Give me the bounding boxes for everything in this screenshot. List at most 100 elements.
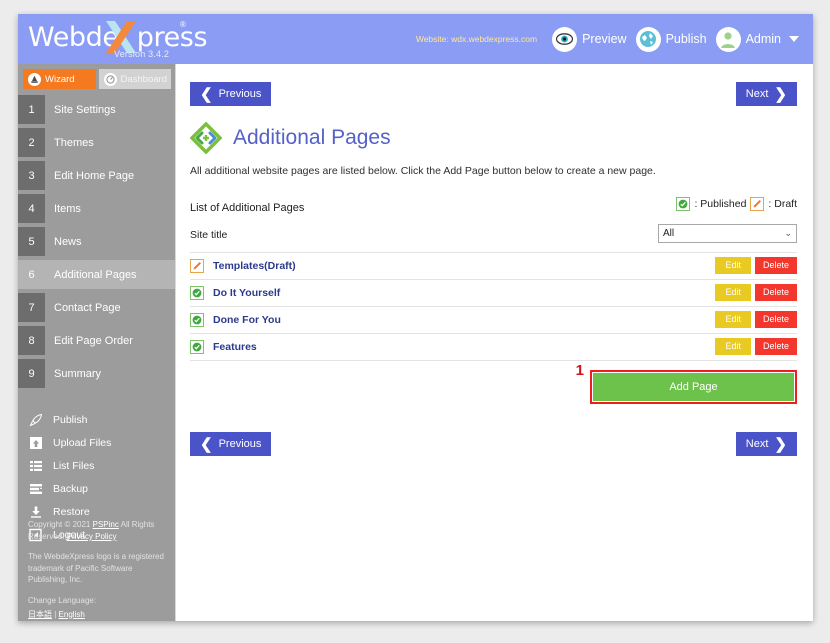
next-button-bottom[interactable]: Next ❯ [735,432,797,456]
preview-label: Preview [582,32,627,46]
next-label: Next [745,88,769,100]
page-title: Additional Pages [233,126,391,149]
tool-label: Upload Files [53,436,112,449]
table-row[interactable]: Do It Yourself Edit Delete [190,280,797,307]
app-window: WebdeXpress ® Version 3.4.2 Website: wdx… [18,14,813,621]
edit-button[interactable]: Edit [715,338,751,355]
delete-button[interactable]: Delete [754,338,797,355]
add-page-row: 1 Add Page [190,362,797,404]
table-row[interactable]: Done For You Edit Delete [190,307,797,334]
tool-backup[interactable]: Backup [18,477,175,500]
list-title: List of Additional Pages [190,202,305,214]
publish-label: Publish [665,32,707,46]
sidebar-item-label: Summary [54,367,102,380]
tool-label: List Files [53,459,95,472]
app-header: WebdeXpress ® Version 3.4.2 Website: wdx… [18,14,813,64]
sidebar-item-summary[interactable]: 9 Summary [18,359,175,388]
sidebar-item-label: News [54,235,82,248]
table-row[interactable]: Features Edit Delete [190,334,797,361]
tab-dashboard[interactable]: Dashboard [98,69,171,89]
registered-mark: ® [180,20,186,29]
row-actions: Edit Delete [715,257,797,274]
webdexpress-logo[interactable]: WebdeXpress ® Version 3.4.2 [28,18,208,64]
wizard-hat-icon [28,72,41,86]
sidebar-item-additional-pages[interactable]: 6 Additional Pages [18,260,175,289]
additional-pages-list: Templates(Draft) Edit Delete Do It Yours… [190,252,797,361]
site-url-label: Website: wdx.webdexpress.com [415,34,538,44]
chevron-right-icon: ❯ [774,435,787,453]
eye-icon [552,26,578,52]
page-name: Features [213,341,257,353]
sidebar-item-edit-page-order[interactable]: 8 Edit Page Order [18,326,175,355]
published-icon [190,286,204,300]
language-links: 日本語 | English [28,609,168,621]
lang-japanese-link[interactable]: 日本語 [28,610,52,619]
table-row[interactable]: Templates(Draft) Edit Delete [190,253,797,280]
step-number: 6 [18,260,45,289]
next-label: Next [745,438,769,450]
admin-label: Admin [745,32,781,46]
tool-publish[interactable]: Publish [18,408,175,431]
page-name: Done For You [213,314,281,326]
tab-wizard[interactable]: Wizard [23,69,96,89]
draft-legend-label: : Draft [768,198,797,210]
copyright-text: Copyright © 2021 PSPinc All Rights Reser… [28,519,168,542]
sidebar-item-site-settings[interactable]: 1 Site Settings [18,95,175,124]
page-name: Do It Yourself [213,287,281,299]
step-number: 8 [18,326,45,355]
publish-button[interactable]: Publish [635,26,707,52]
top-nav-row: ❮ Previous Next ❯ [190,82,797,108]
tool-label: Publish [53,413,88,426]
tool-label: Backup [53,482,89,495]
row-actions: Edit Delete [715,338,797,355]
sidebar-item-themes[interactable]: 2 Themes [18,128,175,157]
row-actions: Edit Delete [715,284,797,301]
change-language-label: Change Language: [28,595,97,605]
pspinc-link[interactable]: PSPinc [93,520,119,529]
chevron-down-icon: ⌄ [784,228,792,238]
download-icon [28,504,43,519]
delete-button[interactable]: Delete [754,257,797,274]
published-icon [190,313,204,327]
privacy-policy-link[interactable]: Privacy Policy [67,532,117,541]
delete-button[interactable]: Delete [754,284,797,301]
add-page-button[interactable]: Add Page [593,373,794,401]
step-number: 1 [18,95,45,124]
published-legend-label: : Published [694,198,747,210]
admin-menu[interactable]: Admin [715,26,799,52]
tool-upload-files[interactable]: Upload Files [18,431,175,454]
chevron-down-icon [789,36,799,42]
tool-label: Restore [53,505,90,518]
next-button-top[interactable]: Next ❯ [735,82,797,106]
preview-button[interactable]: Preview [552,26,627,52]
site-title-label: Site title [190,229,228,241]
chevron-right-icon: ❯ [774,85,787,103]
delete-button[interactable]: Delete [754,311,797,328]
tool-list-files[interactable]: List Files [18,454,175,477]
sidebar-item-items[interactable]: 4 Items [18,194,175,223]
sidebar-item-contact-page[interactable]: 7 Contact Page [18,293,175,322]
step-number: 4 [18,194,45,223]
sidebar-item-edit-home-page[interactable]: 3 Edit Home Page [18,161,175,190]
sidebar-item-label: Contact Page [54,301,121,314]
edit-button[interactable]: Edit [715,257,751,274]
step-number: 3 [18,161,45,190]
site-title-select[interactable]: All ⌄ [658,224,797,243]
trademark-text: The WebdeXpress logo is a registered tra… [28,552,164,585]
sidebar-item-label: Additional Pages [45,260,175,289]
lang-english-link[interactable]: English [59,610,85,619]
list-icon [28,458,43,473]
edit-button[interactable]: Edit [715,284,751,301]
sidebar-item-news[interactable]: 5 News [18,227,175,256]
previous-button-top[interactable]: ❮ Previous [190,82,272,106]
previous-button-bottom[interactable]: ❮ Previous [190,432,272,456]
sidebar-nav: 1 Site Settings 2 Themes 3 Edit Home Pag… [18,95,175,388]
sidebar-item-label: Site Settings [54,103,116,116]
filter-row: Site title All ⌄ [190,224,797,246]
step-number: 9 [18,359,45,388]
edit-button[interactable]: Edit [715,311,751,328]
globe-icon [635,26,661,52]
main-content: ❮ Previous Next ❯ Additional Pages All a… [175,64,813,621]
tab-dashboard-label: Dashboard [120,73,167,85]
bottom-nav-row: ❮ Previous Next ❯ [190,432,797,458]
